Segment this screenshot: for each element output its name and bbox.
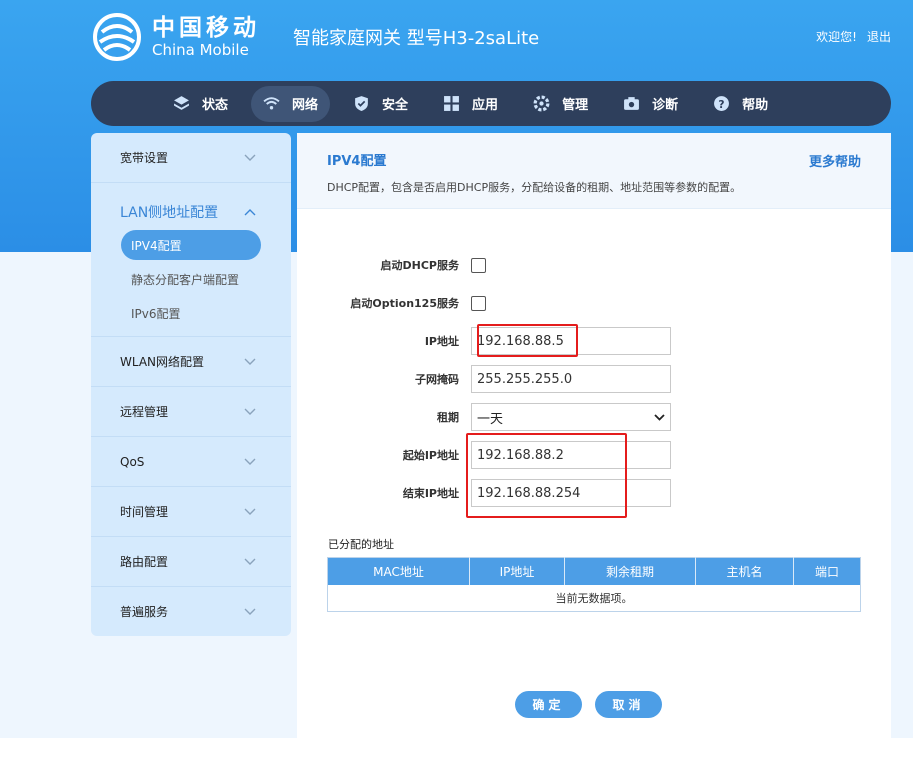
sidebar-item-label: QoS (120, 454, 145, 469)
sidebar-item-wlan[interactable]: WLAN网络配置 (91, 337, 291, 386)
column-header-hostname: 主机名 (695, 557, 794, 585)
sidebar-item-label: LAN侧地址配置 (120, 204, 219, 221)
welcome-text: 欢迎您! (816, 30, 857, 44)
confirm-button[interactable]: 确定 (515, 691, 582, 718)
mask-row: 子网掩码 255.255.255.0 (297, 365, 891, 393)
dhcp-label: 启动DHCP服务 (380, 259, 459, 272)
grid-icon (444, 96, 459, 111)
end-ip-label: 结束IP地址 (402, 487, 459, 500)
sidebar-item-label: 时间管理 (120, 505, 169, 519)
option125-label: 启动Option125服务 (350, 297, 459, 310)
option125-checkbox[interactable] (471, 295, 486, 311)
sidebar-item-routing[interactable]: 路由配置 (91, 537, 291, 586)
sidebar-item-label: 宽带设置 (120, 151, 169, 165)
china-mobile-logo-icon (93, 13, 141, 61)
page-description: DHCP配置，包含是否启用DHCP服务，分配给设备的租期、地址范围等参数的配置。 (327, 181, 742, 194)
sidebar-item-label: 远程管理 (120, 405, 169, 419)
sidebar-subitem-ipv6[interactable]: IPv6配置 (121, 298, 261, 328)
camera-icon (624, 97, 640, 110)
start-ip-input[interactable]: 192.168.88.2 (471, 441, 671, 469)
start-ip-label: 起始IP地址 (402, 449, 459, 462)
logo-chinese-text: 中国移动 (152, 15, 260, 41)
chevron-down-icon (654, 413, 665, 421)
logo-english-text: China Mobile (152, 41, 249, 59)
cancel-button[interactable]: 取消 (595, 691, 662, 718)
column-header-remaining-lease: 剩余租期 (564, 557, 696, 585)
sidebar-item-label: WLAN网络配置 (120, 355, 205, 369)
page-title: IPV4配置 (327, 154, 387, 169)
nav-management[interactable]: 管理 (521, 86, 600, 122)
logout-link[interactable]: 退出 (867, 28, 891, 45)
assigned-addresses-title: 已分配的地址 (328, 538, 394, 551)
chevron-down-icon (244, 408, 256, 415)
more-help-link[interactable]: 更多帮助 (809, 151, 861, 170)
help-icon: ? (714, 96, 730, 111)
nav-help[interactable]: ? 帮助 (701, 86, 780, 122)
sidebar-item-qos[interactable]: QoS (91, 437, 291, 486)
option125-row: 启动Option125服务 (297, 289, 891, 317)
dhcp-row: 启动DHCP服务 (297, 251, 891, 279)
chevron-up-icon (244, 208, 256, 215)
nav-apps-label: 应用 (472, 98, 499, 113)
ip-label: IP地址 (424, 335, 459, 348)
svg-text:?: ? (719, 98, 725, 111)
chevron-down-icon (244, 154, 256, 161)
nav-management-label: 管理 (562, 98, 589, 113)
nav-network-label: 网络 (292, 98, 319, 113)
dhcp-checkbox[interactable] (471, 257, 486, 273)
column-header-port: 端口 (793, 557, 861, 585)
start-ip-row: 起始IP地址 192.168.88.2 (297, 441, 891, 469)
lease-select[interactable]: 一天 (471, 403, 671, 431)
column-header-ip: IP地址 (469, 557, 565, 585)
lease-row: 租期 一天 (297, 403, 891, 431)
nav-security-label: 安全 (382, 98, 409, 113)
subnet-mask-input[interactable]: 255.255.255.0 (471, 365, 671, 393)
mask-label: 子网掩码 (415, 373, 459, 386)
sidebar-item-universal-service[interactable]: 普遍服务 (91, 587, 291, 636)
panel-header: IPV4配置 DHCP配置，包含是否启用DHCP服务，分配给设备的租期、地址范围… (297, 133, 891, 209)
nav-diagnostics[interactable]: 诊断 (611, 86, 690, 122)
assigned-addresses-table: MAC地址 IP地址 剩余租期 主机名 端口 当前无数据项。 (327, 557, 861, 612)
device-model-title: 智能家庭网关 型号H3-2saLite (293, 28, 540, 49)
nav-apps[interactable]: 应用 (431, 86, 510, 122)
sidebar-item-label: 路由配置 (120, 555, 169, 569)
nav-status-label: 状态 (202, 98, 229, 113)
chevron-down-icon (244, 558, 256, 565)
lease-label: 租期 (437, 411, 459, 424)
nav-status[interactable]: 状态 (161, 86, 240, 122)
nav-diagnostics-label: 诊断 (652, 98, 679, 113)
sidebar-item-lan[interactable]: LAN侧地址配置 (91, 183, 291, 230)
gear-icon (533, 95, 550, 112)
main-nav: 状态 网络 安全 应用 管理 诊断 ? 帮助 (91, 81, 891, 126)
sidebar-item-time[interactable]: 时间管理 (91, 487, 291, 536)
sidebar: 宽带设置 LAN侧地址配置 IPV4配置 静态分配客户端配置 IPv6配置 WL… (91, 133, 291, 636)
nav-network[interactable]: 网络 (251, 85, 331, 122)
ip-address-input[interactable]: 192.168.88.5 (471, 327, 671, 355)
end-ip-row: 结束IP地址 192.168.88.254 (297, 479, 891, 507)
lease-selected-value: 一天 (477, 411, 504, 427)
table-empty-message: 当前无数据项。 (555, 591, 633, 605)
shield-icon (355, 96, 368, 111)
layers-icon (174, 96, 189, 110)
ip-row: IP地址 192.168.88.5 (297, 327, 891, 355)
chevron-down-icon (244, 458, 256, 465)
sidebar-item-broadband[interactable]: 宽带设置 (91, 133, 291, 182)
sidebar-item-remote[interactable]: 远程管理 (91, 387, 291, 436)
wifi-icon (263, 97, 280, 110)
end-ip-input[interactable]: 192.168.88.254 (471, 479, 671, 507)
sidebar-item-label: 普遍服务 (120, 605, 169, 619)
nav-security[interactable]: 安全 (341, 86, 420, 122)
page-footer-area (0, 738, 913, 762)
main-panel: IPV4配置 DHCP配置，包含是否启用DHCP服务，分配给设备的租期、地址范围… (297, 133, 891, 738)
nav-help-label: 帮助 (742, 98, 769, 113)
chevron-down-icon (244, 358, 256, 365)
column-header-mac: MAC地址 (327, 557, 470, 585)
china-mobile-logo: 中国移动 China Mobile (92, 10, 260, 64)
chevron-down-icon (244, 508, 256, 515)
chevron-down-icon (244, 608, 256, 615)
sidebar-subitem-static-clients[interactable]: 静态分配客户端配置 (121, 264, 261, 294)
sidebar-subitem-ipv4[interactable]: IPV4配置 (121, 230, 261, 260)
